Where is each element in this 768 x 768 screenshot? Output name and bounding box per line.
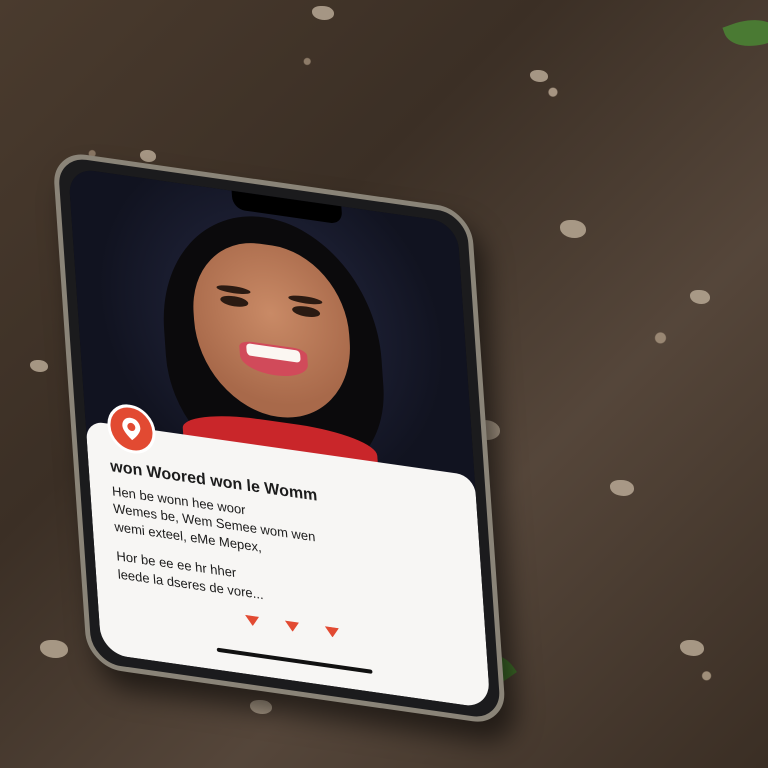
pebble <box>560 220 586 238</box>
pebble <box>140 150 156 162</box>
eye <box>220 294 249 309</box>
eye <box>291 304 321 319</box>
pebble <box>680 640 704 656</box>
triangle-icon[interactable] <box>245 615 260 627</box>
triangle-icon[interactable] <box>325 626 340 638</box>
phone-screen: won Woored won le Womm Hen be wonn hee w… <box>68 167 491 709</box>
home-indicator[interactable] <box>216 647 373 674</box>
location-pin-glyph <box>122 417 141 440</box>
pebble <box>690 290 710 304</box>
smile <box>238 339 310 381</box>
pebble <box>530 70 548 82</box>
pebble <box>250 700 272 714</box>
pebble <box>610 480 634 496</box>
pebble <box>30 360 48 372</box>
triangle-icon[interactable] <box>285 621 300 633</box>
pebble <box>40 640 68 658</box>
smartphone: won Woored won le Womm Hen be wonn hee w… <box>52 150 507 727</box>
teeth <box>245 343 302 364</box>
eyebrow <box>287 293 323 306</box>
eyebrow <box>216 283 251 296</box>
pebble <box>312 6 334 20</box>
